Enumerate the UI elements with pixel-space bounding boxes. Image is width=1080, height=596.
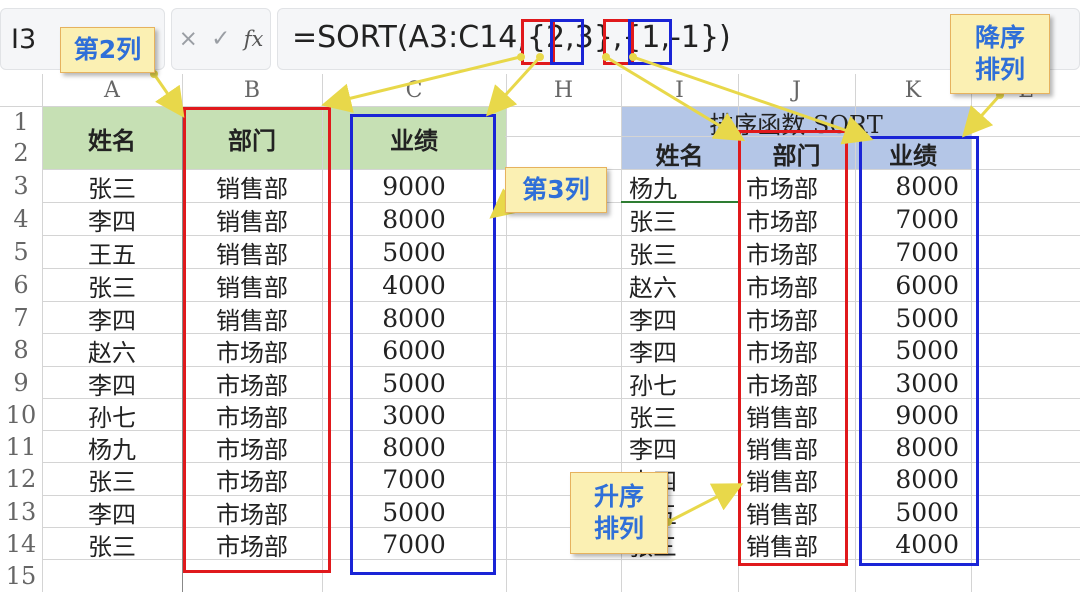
callout-column-3-text: 第3列 — [522, 175, 590, 204]
callout-ascending-line2: 排列 — [593, 514, 644, 543]
arrow-arg1-to-col-j — [605, 55, 746, 142]
callout-ascending-line1: 升序 — [593, 482, 644, 511]
arrow-col2-callout — [152, 73, 185, 118]
callout-descending: 降序 排列 — [950, 14, 1050, 94]
arrow-arg3-to-col-c — [485, 55, 542, 117]
callout-descending-line2: 排列 — [974, 55, 1025, 84]
callout-column-2: 第2列 — [60, 27, 155, 73]
arrow-ascending-callout — [667, 483, 744, 524]
arrow-neg1-to-col-k — [632, 55, 874, 145]
arrow-arg2-to-col-b — [321, 55, 521, 113]
callout-ascending: 升序 排列 — [570, 472, 668, 554]
annotation-arrows — [150, 53, 1004, 526]
callout-column-3: 第3列 — [505, 167, 607, 213]
callout-descending-line1: 降序 — [974, 23, 1025, 52]
arrow-descending-callout — [961, 93, 1002, 138]
callout-column-2-text: 第2列 — [73, 35, 142, 64]
